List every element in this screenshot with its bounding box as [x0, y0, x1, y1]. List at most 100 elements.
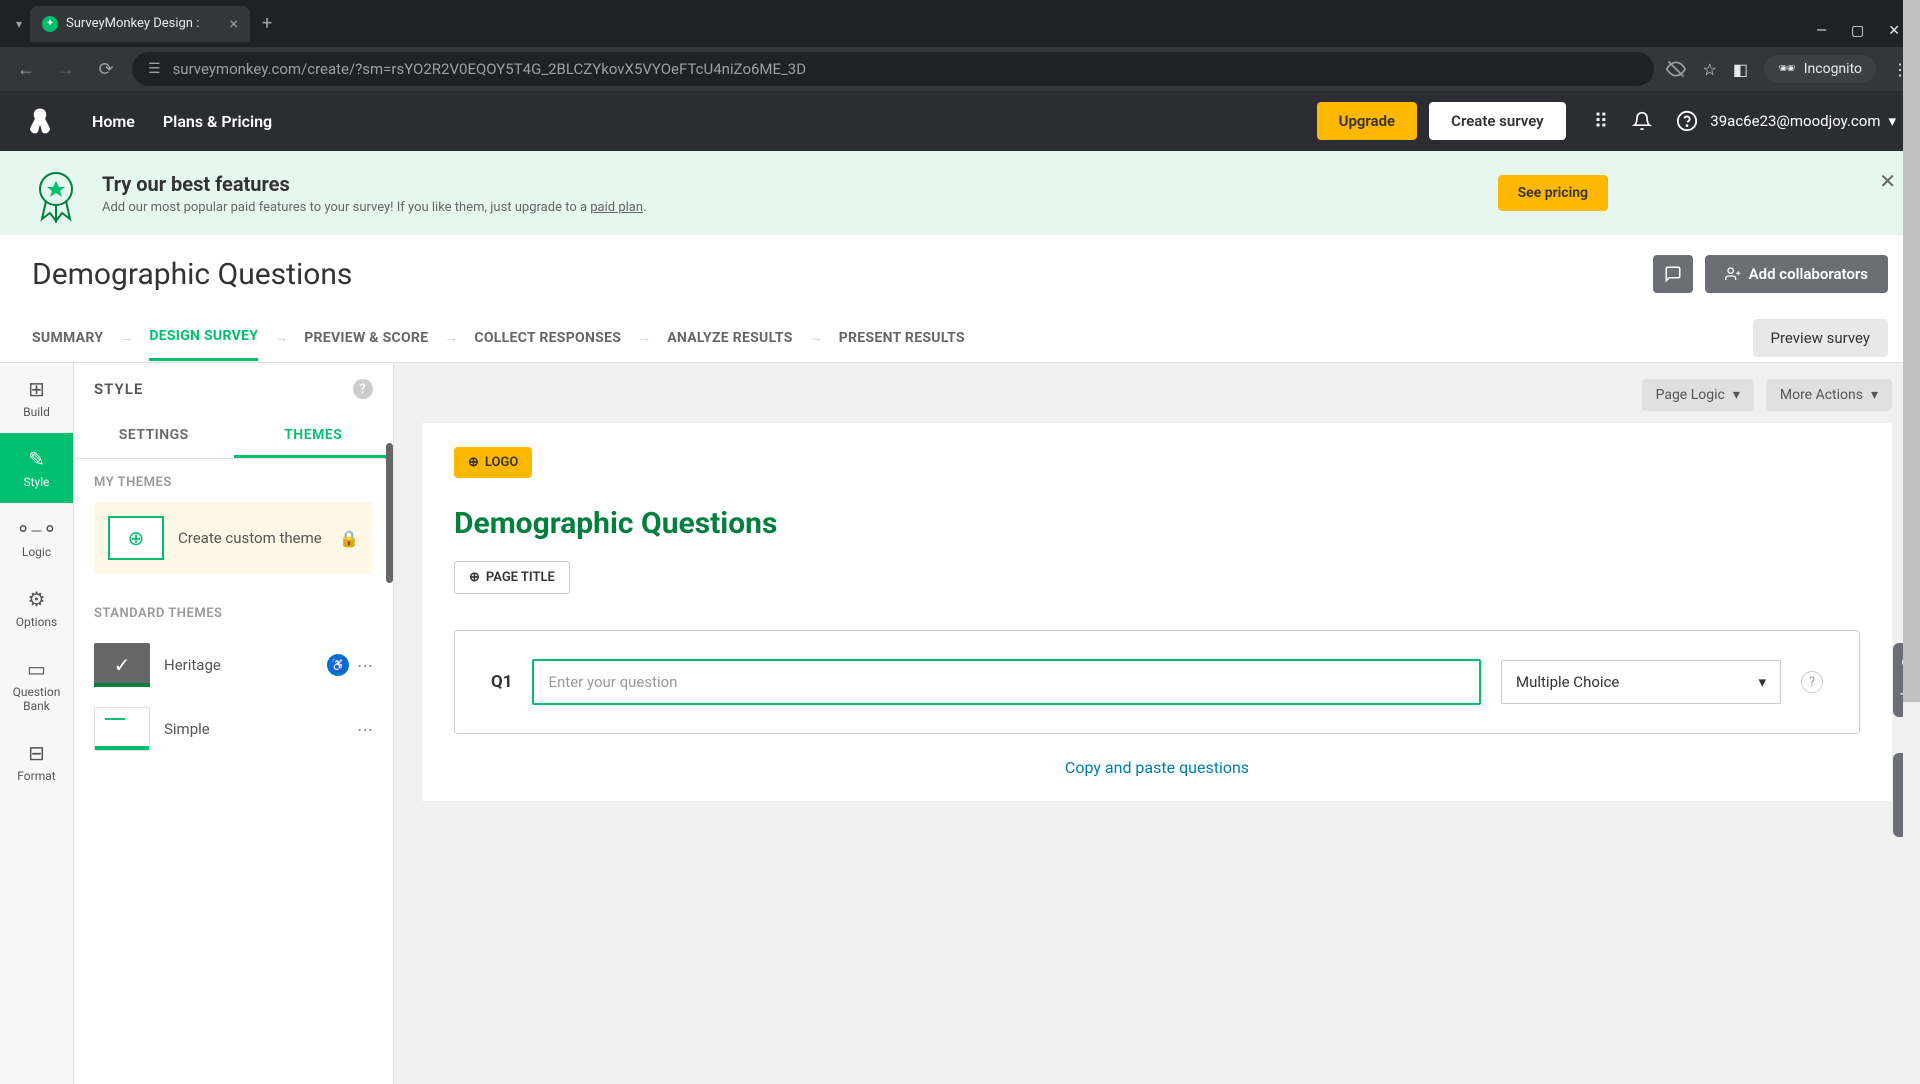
tab-preview-score[interactable]: PREVIEW & SCORE — [304, 316, 428, 360]
theme-heritage[interactable]: ✓ Heritage ♿ ⋯ — [94, 633, 373, 697]
arrow-icon: → — [274, 329, 288, 346]
rail-style[interactable]: ✎ Style — [0, 433, 73, 503]
page-scrollbar[interactable] — [1903, 0, 1920, 1080]
ribbon-badge-icon — [32, 169, 80, 217]
style-panel: STYLE ? SETTINGS THEMES MY THEMES ⊕ Crea… — [74, 363, 394, 1084]
comments-button[interactable] — [1653, 255, 1693, 293]
tab-search-dropdown[interactable]: ▾ — [8, 17, 30, 31]
bank-icon: ▭ — [27, 657, 46, 681]
survey-preview-title[interactable]: Demographic Questions — [454, 506, 1860, 541]
question-text-input[interactable] — [532, 659, 1481, 705]
panel-scrollbar[interactable] — [386, 443, 393, 583]
notifications-icon[interactable] — [1632, 110, 1652, 132]
lock-icon: 🔒 — [339, 529, 359, 548]
tab-summary[interactable]: SUMMARY — [32, 316, 103, 360]
promo-banner: Try our best features Add our most popul… — [0, 151, 1920, 235]
tab-analyze-results[interactable]: ANALYZE RESULTS — [667, 316, 793, 360]
create-custom-theme-card[interactable]: ⊕ Create custom theme 🔒 — [94, 502, 373, 574]
more-icon[interactable]: ⋯ — [357, 656, 373, 675]
chevron-down-icon: ▾ — [1758, 673, 1766, 691]
tab-design-survey[interactable]: DESIGN SURVEY — [149, 314, 258, 361]
add-collaborators-button[interactable]: Add collaborators — [1705, 255, 1888, 293]
reload-button[interactable]: ⟳ — [92, 55, 120, 83]
incognito-icon: 🕶 — [1778, 61, 1796, 77]
nav-plans-pricing[interactable]: Plans & Pricing — [163, 112, 272, 131]
logic-icon: ⚬⎯⚬ — [15, 517, 59, 541]
preview-survey-button[interactable]: Preview survey — [1753, 319, 1888, 357]
side-rail: ⊞ Build ✎ Style ⚬⎯⚬ Logic ⚙ Options ▭ Qu… — [0, 363, 74, 1084]
scrollbar-thumb[interactable] — [1903, 0, 1920, 702]
forward-button: → — [52, 55, 80, 83]
surveymonkey-logo[interactable] — [24, 105, 56, 137]
promo-subtitle: Add our most popular paid features to yo… — [102, 200, 647, 215]
tracking-blocked-icon[interactable] — [1666, 59, 1686, 79]
format-icon: ⊟ — [28, 741, 45, 765]
style-tab-themes[interactable]: THEMES — [234, 415, 394, 458]
more-actions-dropdown[interactable]: More Actions ▾ — [1766, 379, 1892, 411]
app-header: Home Plans & Pricing Upgrade Create surv… — [0, 91, 1920, 151]
survey-preview-area: ⊕ LOGO Demographic Questions ⊕ PAGE TITL… — [422, 423, 1892, 801]
add-user-icon — [1725, 266, 1741, 282]
style-tab-settings[interactable]: SETTINGS — [74, 415, 234, 458]
upgrade-button[interactable]: Upgrade — [1317, 102, 1418, 140]
survey-title[interactable]: Demographic Questions — [32, 257, 352, 292]
apps-grid-icon[interactable]: ⠿ — [1594, 109, 1609, 133]
address-bar[interactable]: ☰ surveymonkey.com/create/?sm=rsYO2R2V0E… — [132, 52, 1654, 86]
theme-simple[interactable]: Simple ⋯ — [94, 697, 373, 761]
rail-logic[interactable]: ⚬⎯⚬ Logic — [0, 503, 73, 573]
main-layout: ⊞ Build ✎ Style ⚬⎯⚬ Logic ⚙ Options ▭ Qu… — [0, 363, 1920, 1084]
more-icon[interactable]: ⋯ — [357, 720, 373, 739]
page-logic-dropdown[interactable]: Page Logic ▾ — [1642, 379, 1754, 411]
tab-present-results[interactable]: PRESENT RESULTS — [839, 316, 965, 360]
browser-tab-strip: ▾ ✦ SurveyMonkey Design : × + — ▢ ✕ — [0, 0, 1920, 47]
user-menu[interactable]: 39ac6e23@moodjoy.com ▾ — [1710, 112, 1896, 130]
surveymonkey-favicon: ✦ — [42, 16, 58, 32]
rail-build[interactable]: ⊞ Build — [0, 363, 73, 433]
help-icon[interactable] — [1676, 110, 1698, 132]
style-help-icon[interactable]: ? — [353, 379, 373, 399]
arrow-icon: → — [119, 329, 133, 346]
site-settings-icon[interactable]: ☰ — [148, 61, 161, 77]
question-type-dropdown[interactable]: Multiple Choice ▾ — [1501, 660, 1781, 704]
nav-home[interactable]: Home — [92, 112, 135, 131]
create-survey-button[interactable]: Create survey — [1429, 102, 1566, 140]
style-panel-title: STYLE — [94, 380, 143, 398]
chevron-down-icon: ▾ — [1733, 387, 1740, 403]
chevron-down-icon: ▾ — [1888, 112, 1896, 130]
side-panel-icon[interactable]: ◧ — [1733, 60, 1748, 79]
maximize-icon[interactable]: ▢ — [1851, 23, 1864, 39]
browser-toolbar: ← → ⟳ ☰ surveymonkey.com/create/?sm=rsYO… — [0, 47, 1920, 91]
question-help-icon[interactable]: ? — [1801, 671, 1823, 693]
my-themes-label: MY THEMES — [94, 475, 373, 490]
tab-collect-responses[interactable]: COLLECT RESPONSES — [474, 316, 621, 360]
paid-plan-link[interactable]: paid plan — [590, 200, 643, 215]
minimize-icon[interactable]: — — [1816, 23, 1827, 39]
tab-title: SurveyMonkey Design : — [66, 16, 199, 31]
see-pricing-button[interactable]: See pricing — [1498, 175, 1608, 211]
rail-format[interactable]: ⊟ Format — [0, 727, 73, 797]
plus-circle-icon: ⊕ — [469, 570, 480, 585]
bookmark-icon[interactable]: ☆ — [1702, 60, 1716, 79]
plus-icon: ⊕ — [108, 516, 164, 560]
browser-tab-active[interactable]: ✦ SurveyMonkey Design : × — [30, 6, 250, 42]
incognito-badge[interactable]: 🕶 Incognito — [1764, 55, 1876, 83]
heritage-swatch: ✓ — [94, 643, 150, 687]
close-promo-icon[interactable]: ✕ — [1879, 169, 1896, 193]
standard-themes-label: STANDARD THEMES — [94, 606, 373, 621]
url-text: surveymonkey.com/create/?sm=rsYO2R2V0EQO… — [173, 60, 807, 78]
rail-question-bank[interactable]: ▭ Question Bank — [0, 643, 73, 727]
accessibility-icon[interactable]: ♿ — [327, 654, 349, 676]
back-button[interactable]: ← — [12, 55, 40, 83]
copy-paste-questions-link[interactable]: Copy and paste questions — [454, 758, 1860, 777]
new-tab-button[interactable]: + — [250, 13, 284, 34]
close-tab-icon[interactable]: × — [229, 14, 238, 33]
survey-title-bar: Demographic Questions Add collaborators — [0, 235, 1920, 313]
add-logo-button[interactable]: ⊕ LOGO — [454, 447, 532, 478]
close-window-icon[interactable]: ✕ — [1888, 23, 1900, 39]
question-card-q1: Q1 Multiple Choice ▾ ? — [454, 630, 1860, 734]
rail-options[interactable]: ⚙ Options — [0, 573, 73, 643]
question-number: Q1 — [491, 672, 512, 692]
build-icon: ⊞ — [28, 377, 45, 401]
add-page-title-button[interactable]: ⊕ PAGE TITLE — [454, 561, 570, 594]
simple-swatch — [94, 707, 150, 751]
